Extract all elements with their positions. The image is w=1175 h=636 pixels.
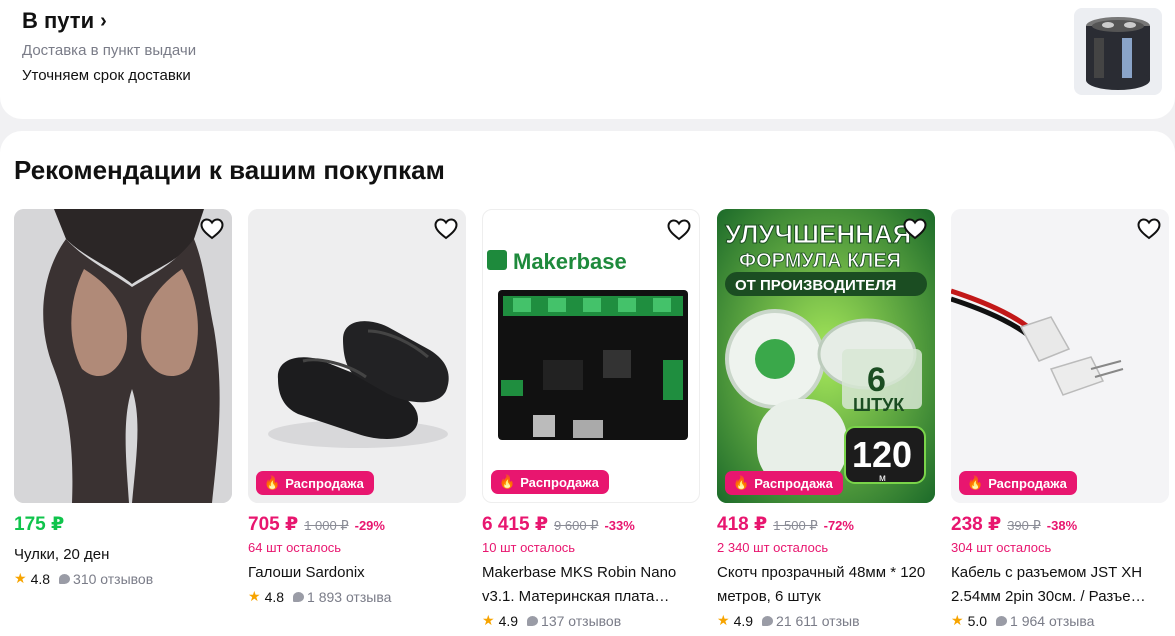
- comment-icon: [527, 615, 539, 626]
- makerbase-logo-text: Makerbase: [513, 249, 627, 274]
- rating-value: 4.8: [30, 570, 51, 587]
- rating: ★ 4.9 137 отзывов: [482, 612, 700, 629]
- product-card[interactable]: 🔥 Распродажа 238 ₽ 390 ₽ -38% 304 шт оста…: [951, 209, 1169, 629]
- star-icon: ★: [14, 570, 27, 586]
- fire-icon: 🔥: [967, 475, 984, 490]
- rating: ★ 4.8 1 893 отзыва: [248, 588, 466, 605]
- price: 705 ₽: [248, 514, 299, 535]
- rating-value: 5.0: [967, 612, 988, 629]
- tape-headline-1: УЛУЧШЕННАЯ: [725, 219, 911, 249]
- comment-icon: [996, 615, 1008, 626]
- price: 6 415 ₽: [482, 514, 549, 535]
- comment-icon: [762, 615, 774, 626]
- stock-left: 64 шт осталось: [248, 540, 342, 555]
- old-price: 390 ₽: [1007, 518, 1041, 533]
- reviews-count: 21 611 отзыв: [776, 612, 860, 629]
- product-image[interactable]: УЛУЧШЕННАЯ ФОРМУЛА КЛЕЯ ОТ ПРОИЗВОДИТЕЛЯ…: [717, 209, 935, 503]
- tape-count: 6: [867, 361, 886, 399]
- star-icon: ★: [482, 612, 495, 628]
- product-card[interactable]: УЛУЧШЕННАЯ ФОРМУЛА КЛЕЯ ОТ ПРОИЗВОДИТЕЛЯ…: [717, 209, 935, 629]
- sale-badge: 🔥 Распродажа: [959, 471, 1077, 495]
- product-image[interactable]: Makerbase 🔥 Распродажа: [482, 209, 700, 503]
- recommendations-section: Рекомендации к вашим покупкам 175 ₽ Чулк…: [0, 131, 1175, 636]
- chevron-right-icon: ›: [100, 9, 107, 32]
- delivery-status-link[interactable]: В пути ›: [22, 8, 107, 34]
- product-name[interactable]: Кабель с разъемом JST XH 2.54мм 2pin 30с…: [951, 561, 1169, 609]
- product-name[interactable]: Makerbase MKS Robin Nano v3.1. Материнск…: [482, 561, 700, 609]
- rating-value: 4.9: [733, 612, 754, 629]
- product-card[interactable]: 🔥 Распродажа 705 ₽ 1 000 ₽ -29% 64 шт ост…: [248, 209, 466, 605]
- delivery-status-title: В пути: [22, 8, 95, 33]
- reviews-count: 137 отзывов: [541, 612, 622, 629]
- stock-left: 10 шт осталось: [482, 540, 576, 555]
- price: 418 ₽: [717, 514, 768, 535]
- stock-left: 2 340 шт осталось: [717, 540, 829, 555]
- tape-length-unit: м: [879, 473, 886, 484]
- rating-value: 4.8: [264, 588, 285, 605]
- fire-icon: 🔥: [733, 475, 750, 490]
- product-name[interactable]: Галоши Sardonix: [248, 561, 466, 585]
- price: 238 ₽: [951, 514, 1002, 535]
- stock-left: 304 шт осталось: [951, 540, 1052, 555]
- delivery-card[interactable]: В пути › Доставка в пункт выдачи Уточняе…: [0, 0, 1175, 119]
- comment-icon: [59, 573, 71, 584]
- sale-badge: 🔥 Распродажа: [725, 471, 843, 495]
- product-name[interactable]: Скотч прозрачный 48мм * 120 метров, 6 шт…: [717, 561, 935, 609]
- tape-length: 120: [852, 434, 912, 475]
- rating: ★ 4.8 310 отзывов: [14, 570, 232, 587]
- tape-headline-3: ОТ ПРОИЗВОДИТЕЛЯ: [735, 277, 896, 294]
- star-icon: ★: [951, 612, 964, 628]
- comment-icon: [293, 591, 305, 602]
- tape-headline-2: ФОРМУЛА КЛЕЯ: [739, 250, 901, 272]
- reviews-count: 1 893 отзыва: [307, 588, 392, 605]
- product-card[interactable]: 175 ₽ Чулки, 20 ден ★ 4.8 310 отзывов: [14, 209, 232, 587]
- star-icon: ★: [717, 612, 730, 628]
- discount: -38%: [1046, 518, 1078, 533]
- delivery-eta: Уточняем срок доставки: [22, 67, 191, 84]
- old-price: 9 600 ₽: [554, 518, 599, 533]
- discount: -33%: [604, 518, 635, 533]
- product-image[interactable]: [14, 209, 232, 503]
- fire-icon: 🔥: [499, 474, 516, 489]
- price: 175 ₽: [14, 514, 65, 535]
- rating-value: 4.9: [498, 612, 519, 629]
- section-title: Рекомендации к вашим покупкам: [14, 155, 445, 185]
- heart-icon[interactable]: [667, 219, 691, 241]
- heart-icon[interactable]: [434, 218, 458, 240]
- sale-badge: 🔥 Распродажа: [256, 471, 374, 495]
- heart-icon[interactable]: [903, 218, 927, 240]
- order-item-thumbnail[interactable]: [1074, 8, 1162, 95]
- tape-unit: ШТУК: [853, 395, 905, 415]
- fire-icon: 🔥: [264, 475, 281, 490]
- rating: ★ 4.9 21 611 отзыв: [717, 612, 935, 629]
- old-price: 1 500 ₽: [773, 518, 818, 533]
- discount: -29%: [354, 518, 385, 533]
- product-name[interactable]: Чулки, 20 ден: [14, 543, 232, 567]
- product-image[interactable]: 🔥 Распродажа: [951, 209, 1169, 503]
- star-icon: ★: [248, 588, 261, 604]
- sale-badge: 🔥 Распродажа: [491, 470, 609, 494]
- product-card[interactable]: Makerbase 🔥 Распродажа 6 415 ₽ 9 600 ₽ -…: [482, 209, 700, 629]
- heart-icon[interactable]: [1137, 218, 1161, 240]
- discount: -72%: [823, 518, 854, 533]
- reviews-count: 310 отзывов: [73, 570, 154, 587]
- rating: ★ 5.0 1 964 отзыва: [951, 612, 1169, 629]
- old-price: 1 000 ₽: [304, 518, 349, 533]
- delivery-method: Доставка в пункт выдачи: [22, 42, 197, 59]
- reviews-count: 1 964 отзыва: [1010, 612, 1095, 629]
- product-image[interactable]: 🔥 Распродажа: [248, 209, 466, 503]
- heart-icon[interactable]: [200, 218, 224, 240]
